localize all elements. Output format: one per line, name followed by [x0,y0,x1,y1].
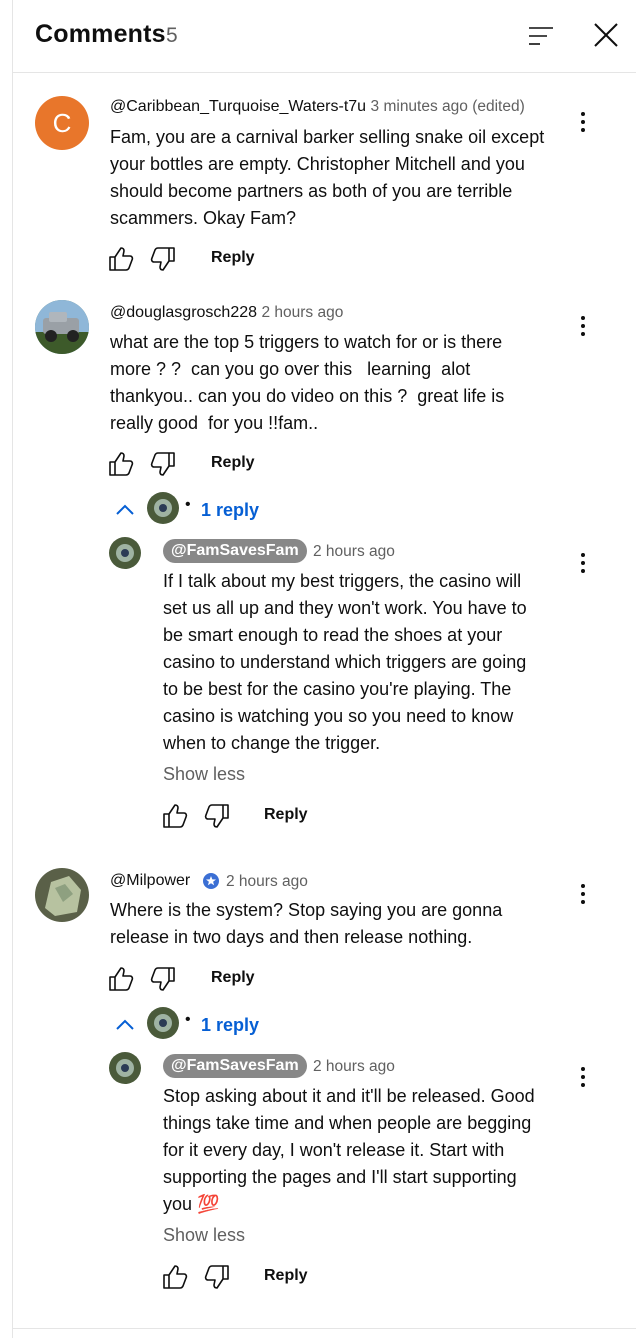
comments-count: 5 [166,24,178,47]
replies-toggle[interactable]: • 1 reply [113,492,273,526]
close-icon[interactable] [593,22,619,48]
avatar[interactable] [35,300,89,354]
avatar[interactable] [109,537,141,569]
comment-author[interactable]: @douglasgrosch228 [110,304,257,321]
dislike-icon[interactable] [203,802,231,830]
reply-author-badge[interactable]: @FamSavesFam [163,1054,307,1078]
comment-text: Fam, you are a carnival barker selling s… [110,127,545,228]
show-less-button[interactable]: Show less [163,1225,245,1246]
chevron-up-icon [116,504,134,515]
reply-button[interactable]: Reply [264,806,308,824]
dislike-icon[interactable] [149,450,177,478]
dot-separator: • [185,496,191,513]
comment-meta: @Milpower [110,872,190,890]
avatar-background: C [35,96,89,150]
reply-button[interactable]: Reply [211,969,255,987]
like-icon[interactable] [161,802,189,830]
avatar[interactable] [35,868,89,922]
like-icon[interactable] [107,450,135,478]
replies-count-label[interactable]: 1 reply [201,500,259,521]
truck-avatar-image [35,300,89,354]
more-options-icon[interactable] [579,553,587,577]
hundred-points-emoji: 💯 [197,1194,220,1214]
dislike-icon[interactable] [203,1263,231,1291]
avatar-letter: C [52,108,72,138]
show-less-button[interactable]: Show less [163,764,245,785]
reply-button[interactable]: Reply [211,454,255,472]
reply-button[interactable]: Reply [264,1267,308,1285]
comments-header: Comments 5 [13,0,636,73]
reply-avatar-small [147,492,179,524]
replies-toggle[interactable]: • 1 reply [113,1007,273,1041]
comment-text: Where is the system? Stop saying you are… [110,900,503,947]
divider [13,1328,636,1329]
more-options-icon[interactable] [579,112,587,136]
reply-text: If I talk about my best triggers, the ca… [163,571,527,753]
reply-avatar-small [147,1007,179,1039]
avatar[interactable] [109,1052,141,1084]
replies-count-label[interactable]: 1 reply [201,1015,259,1036]
chevron-up-icon [116,1019,134,1030]
comment-author[interactable]: @Milpower [110,872,190,889]
comment-time[interactable]: 2 hours ago [226,873,308,891]
comment-meta: @douglasgrosch228 2 hours ago [110,304,343,322]
dislike-icon[interactable] [149,965,177,993]
more-options-icon[interactable] [579,884,587,908]
comment-meta: @Caribbean_Turquoise_Waters-t7u 3 minute… [110,98,525,116]
dislike-icon[interactable] [149,245,177,273]
like-icon[interactable] [107,965,135,993]
more-options-icon[interactable] [579,1067,587,1091]
comments-panel: Comments 5 C @Caribbean_Turquoise_Waters… [12,0,636,1338]
reply-time[interactable]: 2 hours ago [313,543,395,561]
avatar[interactable]: C [35,96,89,150]
reply-author-badge[interactable]: @FamSavesFam [163,539,307,563]
like-icon[interactable] [107,245,135,273]
comment-author[interactable]: @Caribbean_Turquoise_Waters-t7u [110,98,366,115]
reply-text: Stop asking about it and it'll be releas… [163,1083,535,1218]
reply-button[interactable]: Reply [211,249,255,267]
like-icon[interactable] [161,1263,189,1291]
reply-time[interactable]: 2 hours ago [313,1058,395,1076]
comment-time[interactable]: 3 minutes ago (edited) [371,98,525,115]
comment-text: what are the top 5 triggers to watch for… [110,332,505,433]
more-options-icon[interactable] [579,316,587,340]
comment-time[interactable]: 2 hours ago [261,304,343,321]
verified-badge-icon [203,873,219,889]
sort-icon[interactable] [527,24,555,48]
rock-avatar-image [35,868,89,922]
dot-separator: • [185,1011,191,1028]
comments-title: Comments [35,20,166,48]
